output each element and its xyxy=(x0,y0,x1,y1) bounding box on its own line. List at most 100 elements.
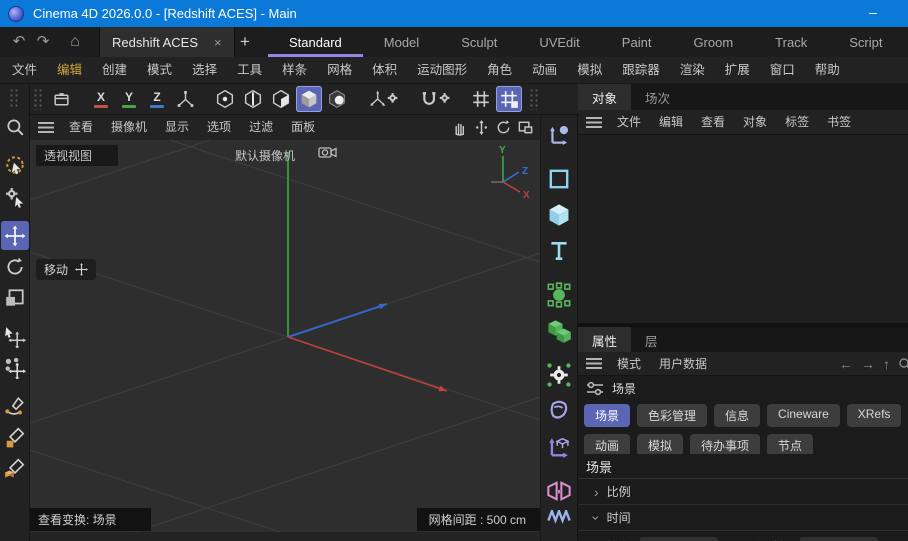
view-name-label[interactable]: 透视视图 xyxy=(36,145,118,166)
layout-tab-groom[interactable]: Groom xyxy=(672,27,754,57)
menu-extensions[interactable]: 扩展 xyxy=(715,57,760,84)
attr-tab-cineware[interactable]: Cineware xyxy=(767,404,840,427)
dolly-icon[interactable] xyxy=(472,118,491,137)
om-menu-edit[interactable]: 编辑 xyxy=(650,110,692,134)
volume-builder-button[interactable] xyxy=(542,314,576,347)
quantize-button[interactable] xyxy=(496,86,522,112)
palette-drag-handle[interactable] xyxy=(9,88,20,108)
tab-layers[interactable]: 层 xyxy=(631,327,672,354)
layout-tab-model[interactable]: Model xyxy=(363,27,440,57)
attr-tab-color-management[interactable]: 色彩管理 xyxy=(637,404,707,427)
om-menu-view[interactable]: 查看 xyxy=(692,110,734,134)
new-tab-button[interactable]: + xyxy=(233,30,257,54)
om-menu-tags[interactable]: 标签 xyxy=(776,110,818,134)
am-menu-mode[interactable]: 模式 xyxy=(608,352,650,376)
menu-tracker[interactable]: 跟踪器 xyxy=(612,57,670,84)
close-tab-icon[interactable]: × xyxy=(214,35,222,50)
menu-character[interactable]: 角色 xyxy=(477,57,522,84)
search-tool-button[interactable] xyxy=(1,112,29,141)
workplane-box-button[interactable] xyxy=(48,86,74,112)
menu-window[interactable]: 窗口 xyxy=(760,57,805,84)
camera-icon[interactable] xyxy=(318,145,338,160)
fps-input[interactable]: 30 xyxy=(640,537,718,541)
viewport-menu-display[interactable]: 显示 xyxy=(156,115,198,140)
viewport-menu-options[interactable]: 选项 xyxy=(198,115,240,140)
forward-arrow-icon[interactable]: → xyxy=(861,356,875,372)
menu-simulate[interactable]: 模拟 xyxy=(567,57,612,84)
menu-select[interactable]: 选择 xyxy=(182,57,227,84)
axis-settings-button[interactable] xyxy=(364,86,402,112)
attr-tab-todo[interactable]: 待办事项 xyxy=(690,434,760,454)
layout-tab-uvedit[interactable]: UVEdit xyxy=(518,27,600,57)
transform-tool-button[interactable] xyxy=(1,322,29,351)
menu-create[interactable]: 创建 xyxy=(92,57,137,84)
group-scale[interactable]: › 比例 xyxy=(578,479,908,505)
attr-tab-info[interactable]: 信息 xyxy=(714,404,760,427)
tab-takes[interactable]: 场次 xyxy=(631,84,684,111)
scale-tool-button[interactable] xyxy=(1,283,29,312)
attr-tab-animation[interactable]: 动画 xyxy=(584,434,630,454)
chevron-right-icon[interactable]: › xyxy=(594,484,599,500)
polygons-mode-button[interactable] xyxy=(268,86,294,112)
viewport-menu-panel[interactable]: 面板 xyxy=(282,115,324,140)
toolbar-drag-handle[interactable] xyxy=(529,88,540,110)
tab-objects[interactable]: 对象 xyxy=(578,84,631,111)
pan-hand-icon[interactable] xyxy=(450,118,469,137)
polygon-pen-tool-button[interactable] xyxy=(1,454,29,483)
undo-icon[interactable]: ↶ xyxy=(8,30,30,54)
spline-pen-tool-button[interactable] xyxy=(1,392,29,421)
menu-tools[interactable]: 工具 xyxy=(227,57,272,84)
document-tab[interactable]: Redshift ACES × xyxy=(99,27,235,57)
clipped-tool-button[interactable] xyxy=(542,510,576,524)
layout-tab-paint[interactable]: Paint xyxy=(601,27,673,57)
toggle-view-icon[interactable] xyxy=(516,118,535,137)
menu-spline[interactable]: 样条 xyxy=(272,57,317,84)
attr-tab-xrefs[interactable]: XRefs xyxy=(847,404,902,427)
om-menu-bookmarks[interactable]: 书签 xyxy=(818,110,860,134)
rotate-tool-button[interactable] xyxy=(1,252,29,281)
group-time[interactable]: › 时间 xyxy=(578,505,908,531)
viewport-menu-filter[interactable]: 过滤 xyxy=(240,115,282,140)
layout-tab-track[interactable]: Track xyxy=(754,27,828,57)
coordinate-system-button[interactable] xyxy=(172,86,198,112)
attr-tab-simulation[interactable]: 模拟 xyxy=(637,434,683,454)
tweak-tool-button[interactable] xyxy=(1,182,29,211)
layout-tab-sculpt[interactable]: Sculpt xyxy=(440,27,518,57)
attribute-manager-menu-icon[interactable] xyxy=(586,358,602,369)
point-transform-tool-button[interactable] xyxy=(1,353,29,382)
back-arrow-icon[interactable]: ← xyxy=(839,356,853,372)
cloner-button[interactable] xyxy=(542,278,576,311)
chevron-down-icon[interactable]: › xyxy=(588,515,604,520)
menu-mograph[interactable]: 运动图形 xyxy=(407,57,477,84)
attr-tab-nodes[interactable]: 节点 xyxy=(767,434,813,454)
menu-mode[interactable]: 模式 xyxy=(137,57,182,84)
x-axis-lock-button[interactable]: X xyxy=(88,86,114,112)
tab-attributes[interactable]: 属性 xyxy=(578,327,631,354)
spline-tools-button[interactable] xyxy=(542,118,576,151)
menu-file[interactable]: 文件 xyxy=(2,57,47,84)
points-mode-button[interactable] xyxy=(212,86,238,112)
deformer-button[interactable] xyxy=(542,394,576,427)
menu-mesh[interactable]: 网格 xyxy=(317,57,362,84)
edges-mode-button[interactable] xyxy=(240,86,266,112)
redo-icon[interactable]: ↷ xyxy=(32,30,54,54)
layout-tab-standard[interactable]: Standard xyxy=(268,27,363,57)
minimize-button[interactable]: – xyxy=(860,2,886,24)
om-menu-objects[interactable]: 对象 xyxy=(734,110,776,134)
menu-animate[interactable]: 动画 xyxy=(522,57,567,84)
spline-primitive-button[interactable] xyxy=(542,162,576,195)
object-manager-menu-icon[interactable] xyxy=(586,117,602,128)
menu-edit[interactable]: 编辑 xyxy=(47,57,92,84)
simulation-button[interactable] xyxy=(542,358,576,391)
object-list[interactable] xyxy=(578,135,908,323)
z-axis-lock-button[interactable]: Z xyxy=(144,86,170,112)
primitive-cube-button[interactable] xyxy=(542,198,576,231)
y-axis-lock-button[interactable]: Y xyxy=(116,86,142,112)
text-object-button[interactable] xyxy=(542,234,576,267)
am-menu-userdata[interactable]: 用户数据 xyxy=(650,352,716,376)
viewport-menu-icon[interactable] xyxy=(38,122,54,133)
up-arrow-icon[interactable]: ↑ xyxy=(883,356,890,372)
camera-name-label[interactable]: 默认摄像机 xyxy=(235,147,295,164)
texture-mode-button[interactable] xyxy=(324,86,350,112)
snap-settings-button[interactable] xyxy=(416,86,454,112)
